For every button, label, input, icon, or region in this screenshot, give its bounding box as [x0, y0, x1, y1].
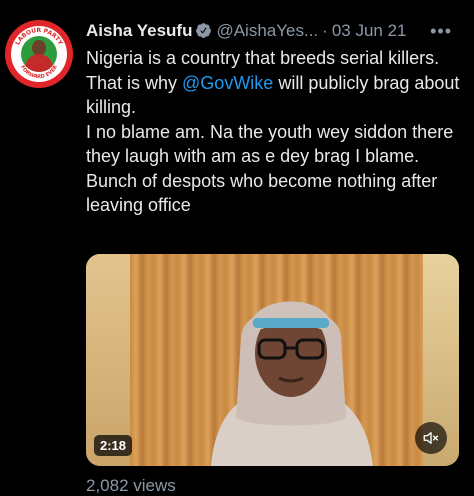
svg-text:FORWARD EVER: FORWARD EVER: [19, 64, 59, 80]
avatar-logo-lettering: LABOUR PARTY FORWARD EVER: [14, 27, 64, 80]
view-count: 2,082 views: [86, 476, 176, 495]
tweet-text: Nigeria is a country that breeds serial …: [86, 46, 466, 218]
more-options-icon[interactable]: •••: [430, 18, 452, 44]
verified-badge-icon: [196, 23, 212, 38]
author-name[interactable]: Aisha Yesufu: [86, 21, 192, 40]
author-handle[interactable]: @AishaYes...: [216, 21, 318, 40]
speaker-muted-icon: [423, 432, 439, 444]
tweet-paragraph-2: I no blame am. Na the youth wey siddon t…: [86, 121, 454, 167]
video-duration: 2:18: [94, 435, 133, 456]
tweet-date[interactable]: 03 Jun 21: [332, 21, 407, 40]
svg-text:LABOUR PARTY: LABOUR PARTY: [14, 27, 64, 47]
mute-button[interactable]: [415, 422, 447, 454]
avatar[interactable]: LABOUR PARTY FORWARD EVER: [5, 20, 73, 88]
video-player[interactable]: 2:18: [86, 254, 459, 466]
mention-link[interactable]: @GovWike: [182, 73, 273, 93]
tweet-header: Aisha Yesufu @AishaYes... · 03 Jun 21 •••: [86, 18, 466, 44]
tweet-paragraph-3: Bunch of despots who become nothing afte…: [86, 170, 438, 216]
video-frame-person: [211, 301, 373, 466]
tweet-paragraph-1: Nigeria is a country that breeds serial …: [86, 46, 466, 120]
separator-dot: ·: [322, 21, 328, 40]
tweet: LABOUR PARTY FORWARD EVER Aisha Yesufu @A…: [0, 0, 474, 495]
